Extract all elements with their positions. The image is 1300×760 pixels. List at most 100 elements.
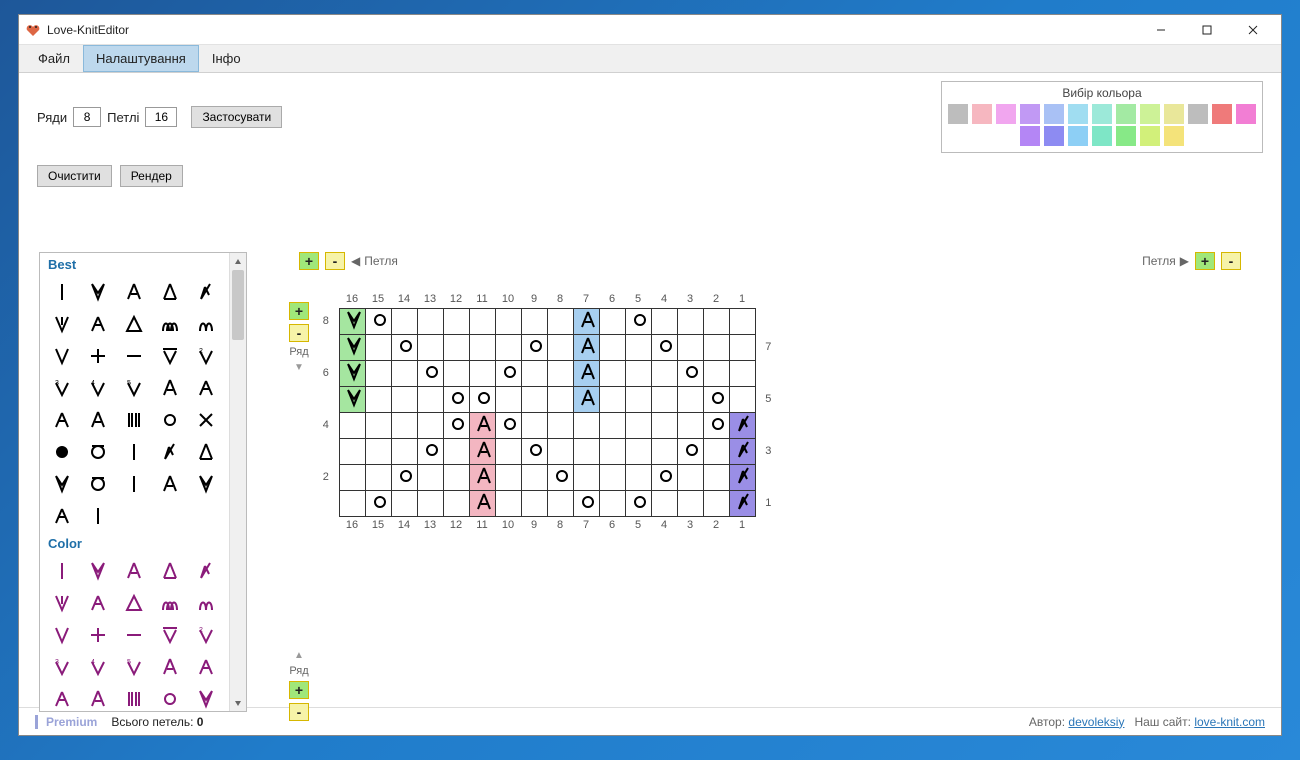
grid-cell[interactable] bbox=[469, 334, 495, 360]
grid-cell[interactable] bbox=[365, 438, 391, 464]
grid-cell[interactable] bbox=[651, 308, 677, 334]
palette-symbol[interactable] bbox=[80, 555, 116, 587]
remove-row-top-button[interactable]: - bbox=[289, 324, 309, 342]
palette-symbol[interactable]: 5 bbox=[116, 372, 152, 404]
color-swatch[interactable] bbox=[1092, 104, 1112, 124]
palette-symbol[interactable] bbox=[188, 555, 224, 587]
grid-cell[interactable] bbox=[573, 490, 599, 516]
grid-cell[interactable] bbox=[469, 438, 495, 464]
scrollbar-thumb[interactable] bbox=[232, 270, 244, 340]
palette-symbol[interactable] bbox=[152, 372, 188, 404]
menu-info[interactable]: Інфо bbox=[199, 45, 254, 72]
apply-button[interactable]: Застосувати bbox=[191, 106, 282, 128]
grid-cell[interactable] bbox=[599, 386, 625, 412]
grid-cell[interactable] bbox=[391, 308, 417, 334]
grid-cell[interactable] bbox=[443, 464, 469, 490]
palette-symbol[interactable] bbox=[188, 276, 224, 308]
grid-cell[interactable] bbox=[703, 386, 729, 412]
grid-cell[interactable] bbox=[521, 464, 547, 490]
palette-symbol[interactable] bbox=[116, 619, 152, 651]
grid-cell[interactable] bbox=[573, 412, 599, 438]
grid-cell[interactable] bbox=[443, 438, 469, 464]
grid-cell[interactable] bbox=[495, 490, 521, 516]
grid-cell[interactable] bbox=[443, 490, 469, 516]
grid-cell[interactable] bbox=[625, 412, 651, 438]
grid-cell[interactable] bbox=[417, 412, 443, 438]
stitches-input[interactable] bbox=[145, 107, 177, 127]
grid-cell[interactable] bbox=[625, 490, 651, 516]
color-swatch[interactable] bbox=[1092, 126, 1112, 146]
palette-symbol[interactable] bbox=[152, 587, 188, 619]
palette-symbol[interactable] bbox=[44, 500, 80, 532]
palette-symbol[interactable] bbox=[80, 404, 116, 436]
color-swatch[interactable] bbox=[1116, 104, 1136, 124]
color-swatch[interactable] bbox=[1164, 104, 1184, 124]
grid-cell[interactable] bbox=[573, 334, 599, 360]
grid-cell[interactable] bbox=[573, 464, 599, 490]
grid-cell[interactable] bbox=[729, 360, 755, 386]
grid-cell[interactable] bbox=[703, 464, 729, 490]
add-stitch-left-button[interactable]: + bbox=[299, 252, 319, 270]
grid-cell[interactable] bbox=[495, 386, 521, 412]
grid-cell[interactable] bbox=[495, 308, 521, 334]
grid-cell[interactable] bbox=[599, 334, 625, 360]
palette-scrollbar[interactable] bbox=[229, 253, 246, 711]
remove-stitch-left-button[interactable]: - bbox=[325, 252, 345, 270]
grid-cell[interactable] bbox=[391, 438, 417, 464]
palette-symbol[interactable] bbox=[116, 555, 152, 587]
palette-symbol[interactable] bbox=[116, 468, 152, 500]
grid-cell[interactable] bbox=[521, 360, 547, 386]
grid-cell[interactable] bbox=[417, 490, 443, 516]
grid-cell[interactable] bbox=[651, 464, 677, 490]
close-button[interactable] bbox=[1231, 16, 1275, 44]
grid-cell[interactable] bbox=[495, 438, 521, 464]
grid-cell[interactable] bbox=[677, 490, 703, 516]
grid-cell[interactable] bbox=[677, 438, 703, 464]
scroll-down-icon[interactable] bbox=[230, 694, 247, 711]
grid-cell[interactable] bbox=[521, 334, 547, 360]
palette-symbol[interactable] bbox=[152, 555, 188, 587]
grid-cell[interactable] bbox=[391, 386, 417, 412]
grid-cell[interactable] bbox=[339, 308, 365, 334]
palette-symbol[interactable] bbox=[80, 340, 116, 372]
palette-symbol[interactable] bbox=[188, 651, 224, 683]
grid-cell[interactable] bbox=[443, 308, 469, 334]
color-swatch[interactable] bbox=[1044, 104, 1064, 124]
palette-symbol[interactable] bbox=[116, 587, 152, 619]
premium-badge[interactable]: Premium bbox=[35, 715, 97, 729]
grid-cell[interactable] bbox=[677, 412, 703, 438]
grid-cell[interactable] bbox=[365, 412, 391, 438]
grid-cell[interactable] bbox=[703, 360, 729, 386]
grid-cell[interactable] bbox=[599, 308, 625, 334]
grid-cell[interactable] bbox=[573, 386, 599, 412]
palette-symbol[interactable]: 4 bbox=[80, 651, 116, 683]
palette-symbol[interactable] bbox=[44, 404, 80, 436]
grid-cell[interactable] bbox=[573, 438, 599, 464]
palette-symbol[interactable] bbox=[116, 436, 152, 468]
palette-symbol[interactable]: 4 bbox=[80, 372, 116, 404]
palette-symbol[interactable] bbox=[80, 500, 116, 532]
palette-symbol[interactable]: 3 bbox=[44, 372, 80, 404]
palette-symbol[interactable] bbox=[44, 683, 80, 711]
color-swatch[interactable] bbox=[1236, 104, 1256, 124]
grid-cell[interactable] bbox=[495, 360, 521, 386]
grid-cell[interactable] bbox=[443, 334, 469, 360]
menu-settings[interactable]: Налаштування bbox=[83, 45, 199, 72]
palette-symbol[interactable] bbox=[44, 308, 80, 340]
palette-symbol[interactable] bbox=[80, 683, 116, 711]
color-swatch[interactable] bbox=[1068, 126, 1088, 146]
grid-cell[interactable] bbox=[339, 464, 365, 490]
minimize-button[interactable] bbox=[1139, 16, 1183, 44]
grid-cell[interactable] bbox=[547, 412, 573, 438]
grid-cell[interactable] bbox=[547, 334, 573, 360]
grid-cell[interactable] bbox=[391, 464, 417, 490]
grid-cell[interactable] bbox=[625, 334, 651, 360]
palette-symbol[interactable] bbox=[152, 276, 188, 308]
palette-symbol[interactable] bbox=[152, 340, 188, 372]
color-swatch[interactable] bbox=[1020, 126, 1040, 146]
render-button[interactable]: Рендер bbox=[120, 165, 183, 187]
grid-cell[interactable] bbox=[417, 464, 443, 490]
color-swatch[interactable] bbox=[1140, 104, 1160, 124]
site-link[interactable]: love-knit.com bbox=[1194, 715, 1265, 729]
grid-cell[interactable] bbox=[547, 438, 573, 464]
